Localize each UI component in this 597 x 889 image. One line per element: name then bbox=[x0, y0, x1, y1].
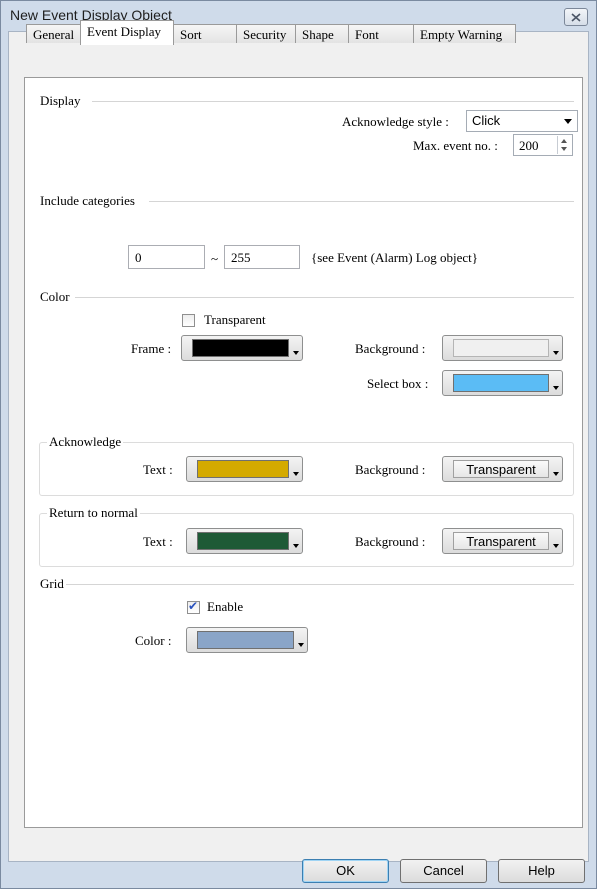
frame-color-picker[interactable] bbox=[181, 335, 303, 361]
max-event-value: 200 bbox=[519, 138, 539, 153]
frame-color-label: Frame : bbox=[131, 341, 172, 356]
ack-style-select[interactable]: Click bbox=[466, 110, 578, 132]
rtn-text-color-picker[interactable] bbox=[186, 528, 303, 554]
ack-style-value: Click bbox=[472, 113, 501, 128]
ack-text-color-picker[interactable] bbox=[186, 456, 303, 482]
category-to-input[interactable]: 255 bbox=[224, 245, 300, 269]
select-box-color-swatch bbox=[453, 374, 549, 392]
ack-background-value: Transparent bbox=[453, 460, 549, 478]
acknowledge-group-label: Acknowledge bbox=[47, 434, 124, 450]
help-button[interactable]: Help bbox=[498, 859, 585, 883]
rtn-background-label: Background : bbox=[355, 534, 426, 549]
dropdown-arrow-icon bbox=[553, 472, 559, 476]
return-to-normal-group-label: Return to normal bbox=[47, 505, 140, 521]
rtn-background-value: Transparent bbox=[453, 532, 549, 550]
select-box-label: Select box : bbox=[367, 376, 429, 391]
tab-security[interactable]: Security bbox=[236, 24, 296, 43]
category-note: {see Event (Alarm) Log object} bbox=[311, 250, 478, 265]
grid-color-label: Color : bbox=[135, 633, 172, 648]
category-from-input[interactable]: 0 bbox=[128, 245, 205, 269]
max-event-label: Max. event no. : bbox=[413, 138, 498, 153]
categories-section-label: Include categories bbox=[40, 193, 135, 208]
spin-up-icon bbox=[561, 139, 567, 143]
enable-grid-checkbox[interactable]: ✔ bbox=[187, 599, 200, 614]
grid-divider bbox=[66, 584, 574, 585]
cancel-button[interactable]: Cancel bbox=[400, 859, 487, 883]
ack-background-label: Background : bbox=[355, 462, 426, 477]
category-range-separator: ~ bbox=[211, 251, 219, 266]
categories-divider bbox=[149, 201, 574, 202]
checkmark-icon: ✔ bbox=[188, 599, 199, 613]
dropdown-arrow-icon bbox=[293, 544, 299, 548]
tab-empty-warning[interactable]: Empty Warning bbox=[413, 24, 516, 43]
grid-color-picker[interactable] bbox=[186, 627, 308, 653]
ack-text-label: Text : bbox=[143, 462, 173, 477]
enable-grid-label: Enable bbox=[207, 599, 244, 614]
ack-background-picker[interactable]: Transparent bbox=[442, 456, 563, 482]
rtn-text-label: Text : bbox=[143, 534, 173, 549]
background-color-label: Background : bbox=[355, 341, 426, 356]
dropdown-arrow-icon bbox=[553, 351, 559, 355]
ok-button[interactable]: OK bbox=[302, 859, 389, 883]
dropdown-arrow-icon bbox=[553, 386, 559, 390]
background-color-swatch bbox=[453, 339, 549, 357]
grid-section-label: Grid bbox=[40, 576, 64, 591]
frame-color-swatch bbox=[192, 339, 289, 357]
close-icon bbox=[571, 12, 581, 22]
dropdown-arrow-icon bbox=[553, 544, 559, 548]
transparent-label: Transparent bbox=[204, 312, 266, 327]
tab-sort[interactable]: Sort bbox=[173, 24, 237, 43]
transparent-checkbox[interactable] bbox=[182, 314, 195, 327]
display-section-label: Display bbox=[40, 93, 81, 108]
rtn-background-picker[interactable]: Transparent bbox=[442, 528, 563, 554]
ack-style-label: Acknowledge style : bbox=[342, 114, 449, 129]
max-event-spinner[interactable]: 200 bbox=[513, 134, 573, 156]
tab-font[interactable]: Font bbox=[348, 24, 414, 43]
dropdown-arrow-icon bbox=[298, 643, 304, 647]
select-box-color-picker[interactable] bbox=[442, 370, 563, 396]
grid-color-swatch bbox=[197, 631, 294, 649]
dropdown-arrow-icon bbox=[293, 472, 299, 476]
rtn-text-color-swatch bbox=[197, 532, 289, 550]
color-divider bbox=[75, 297, 574, 298]
tab-event-display[interactable]: Event Display bbox=[80, 20, 174, 45]
ack-text-color-swatch bbox=[197, 460, 289, 478]
spinner-buttons[interactable] bbox=[557, 136, 571, 154]
tab-general[interactable]: General bbox=[26, 24, 81, 43]
color-section-label: Color bbox=[40, 289, 70, 304]
spin-down-icon bbox=[561, 147, 567, 151]
display-divider bbox=[92, 101, 574, 102]
background-color-picker[interactable] bbox=[442, 335, 563, 361]
close-button[interactable] bbox=[564, 8, 588, 26]
chevron-down-icon bbox=[564, 119, 572, 124]
dropdown-arrow-icon bbox=[293, 351, 299, 355]
tab-shape[interactable]: Shape bbox=[295, 24, 349, 43]
